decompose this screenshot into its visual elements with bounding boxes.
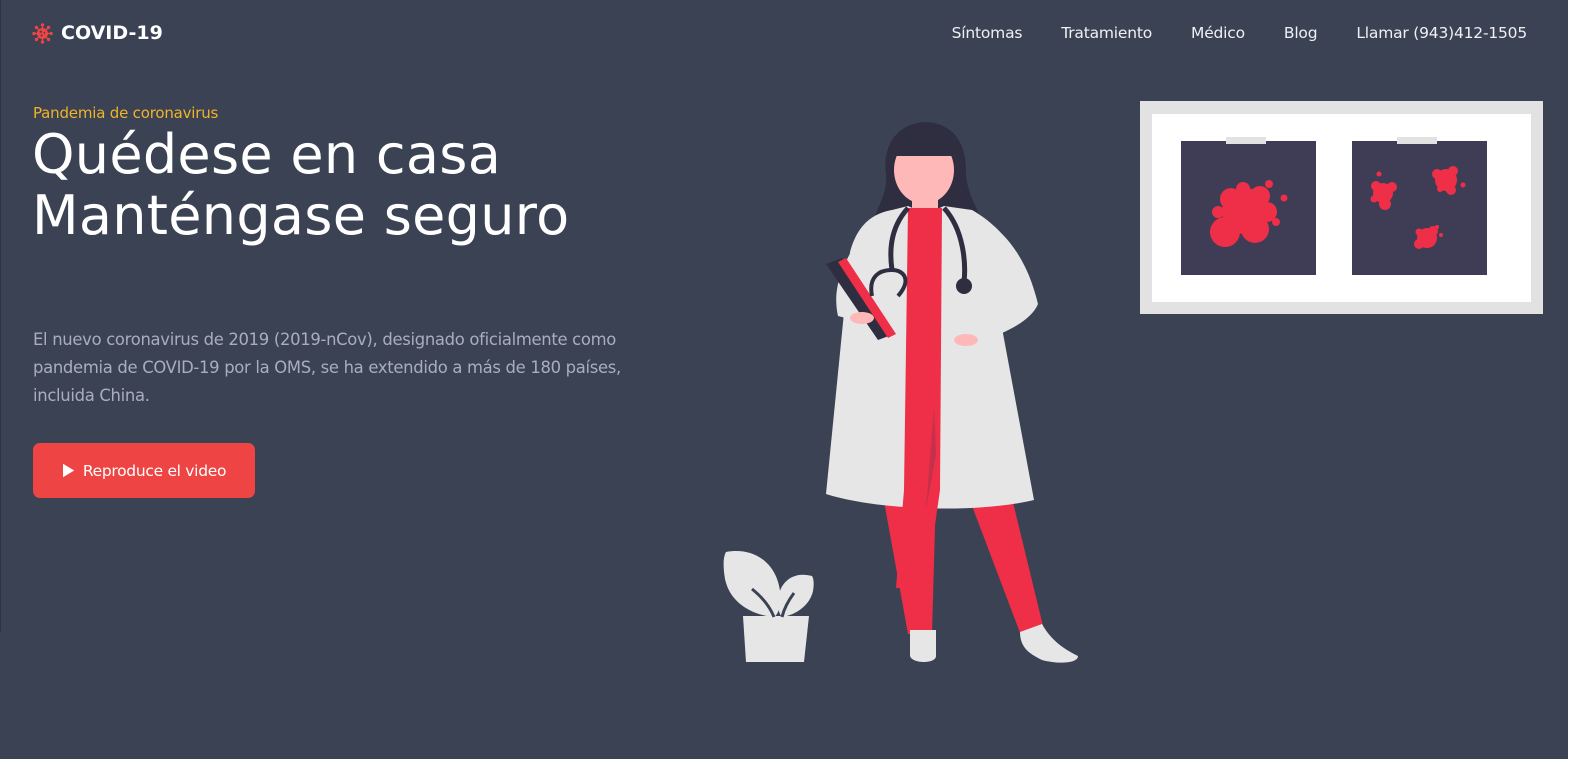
headline-line-1: Quédese en casa xyxy=(32,123,502,186)
nav-link-sintomas[interactable]: Síntomas xyxy=(952,24,1023,42)
play-video-button[interactable]: Reproduce el video xyxy=(33,443,255,498)
page-edge xyxy=(0,0,1,632)
hero-page: COVID-19 Síntomas Tratamiento Médico Blo… xyxy=(0,0,1568,759)
play-video-label: Reproduce el video xyxy=(82,461,227,480)
brand-label: COVID-19 xyxy=(61,22,163,44)
potted-plant-illustration xyxy=(723,551,814,662)
brand-logo[interactable]: COVID-19 xyxy=(32,22,163,44)
play-icon xyxy=(62,463,75,478)
nav-link-blog[interactable]: Blog xyxy=(1284,24,1318,42)
nav-link-call-phone[interactable]: Llamar (943)412-1505 xyxy=(1356,24,1527,42)
doctor-illustration xyxy=(826,122,1078,663)
main-nav: Síntomas Tratamiento Médico Blog Llamar … xyxy=(952,24,1528,42)
headline-line-2: Manténgase seguro xyxy=(32,184,570,247)
hero-headline: Quédese en casa Manténgase seguro xyxy=(32,124,569,246)
nav-link-medico[interactable]: Médico xyxy=(1191,24,1245,42)
xray-board-illustration xyxy=(1140,101,1543,314)
hero-eyebrow: Pandemia de coronavirus xyxy=(33,104,219,122)
nav-link-tratamiento[interactable]: Tratamiento xyxy=(1061,24,1152,42)
hero-description: El nuevo coronavirus de 2019 (2019-nCov)… xyxy=(33,330,621,405)
virus-icon xyxy=(32,22,53,44)
